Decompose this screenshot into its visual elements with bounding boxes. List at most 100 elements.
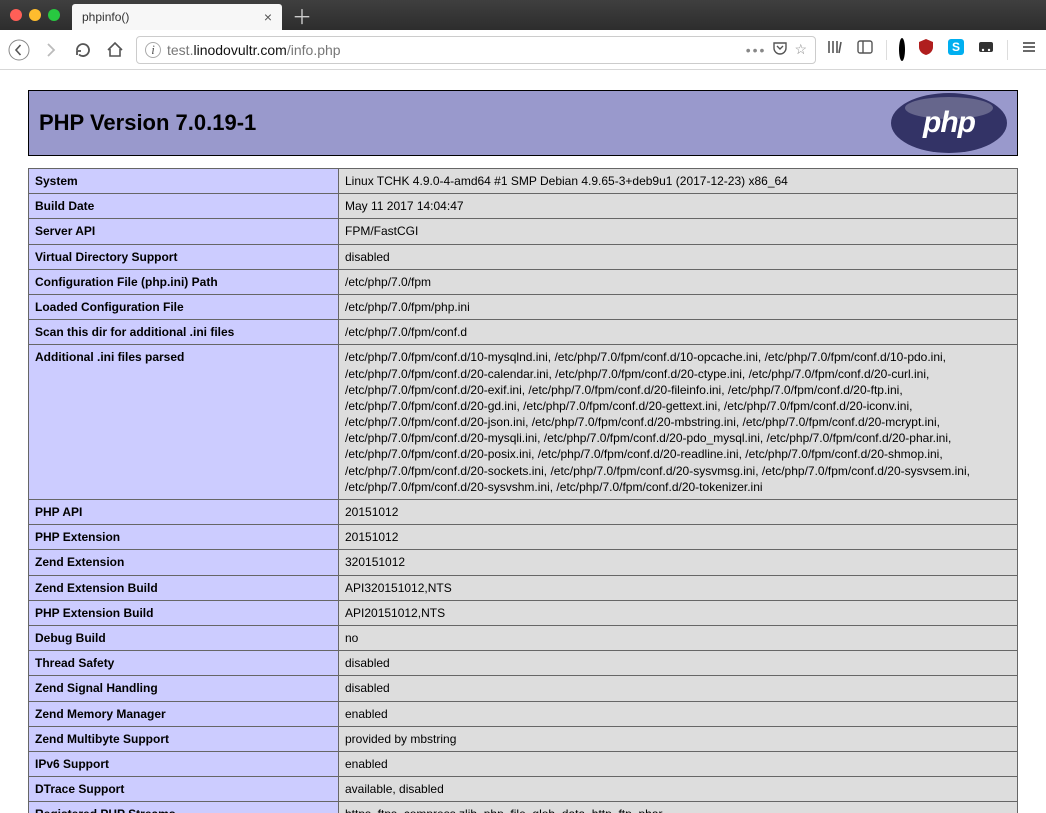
table-row: Additional .ini files parsed/etc/php/7.0… bbox=[29, 345, 1018, 500]
row-key: PHP Extension Build bbox=[29, 600, 339, 625]
table-row: Debug Buildno bbox=[29, 625, 1018, 650]
window-traffic-lights bbox=[10, 9, 60, 21]
row-value: 320151012 bbox=[339, 550, 1018, 575]
table-row: Zend Memory Managerenabled bbox=[29, 701, 1018, 726]
row-value: FPM/FastCGI bbox=[339, 219, 1018, 244]
row-value: https, ftps, compress.zlib, php, file, g… bbox=[339, 802, 1018, 813]
table-row: PHP Extension BuildAPI20151012,NTS bbox=[29, 600, 1018, 625]
browser-tab-active[interactable]: phpinfo() × bbox=[72, 4, 282, 30]
php-version-title: PHP Version 7.0.19-1 bbox=[39, 110, 256, 136]
table-row: Zend Extension BuildAPI320151012,NTS bbox=[29, 575, 1018, 600]
app-menu-button[interactable] bbox=[1020, 38, 1038, 61]
toolbar-separator bbox=[886, 40, 887, 60]
skype-icon[interactable]: S bbox=[947, 38, 965, 61]
ublock-icon[interactable] bbox=[917, 38, 935, 61]
row-value: enabled bbox=[339, 701, 1018, 726]
row-key: PHP API bbox=[29, 500, 339, 525]
row-value: /etc/php/7.0/fpm/php.ini bbox=[339, 294, 1018, 319]
window-zoom-button[interactable] bbox=[48, 9, 60, 21]
row-value: Linux TCHK 4.9.0-4-amd64 #1 SMP Debian 4… bbox=[339, 169, 1018, 194]
row-value: enabled bbox=[339, 751, 1018, 776]
row-value: disabled bbox=[339, 676, 1018, 701]
tab-close-icon[interactable]: × bbox=[264, 9, 272, 25]
url-domain: linodovultr.com bbox=[193, 42, 286, 58]
row-key: Configuration File (php.ini) Path bbox=[29, 269, 339, 294]
phpinfo-table: SystemLinux TCHK 4.9.0-4-amd64 #1 SMP De… bbox=[28, 168, 1018, 813]
row-key: System bbox=[29, 169, 339, 194]
row-key: Zend Extension Build bbox=[29, 575, 339, 600]
row-key: Server API bbox=[29, 219, 339, 244]
extension-circle-icon[interactable] bbox=[899, 41, 905, 59]
row-value: no bbox=[339, 625, 1018, 650]
home-button[interactable] bbox=[104, 39, 126, 61]
row-key: Loaded Configuration File bbox=[29, 294, 339, 319]
tab-title: phpinfo() bbox=[82, 10, 129, 24]
table-row: Zend Extension320151012 bbox=[29, 550, 1018, 575]
table-row: Virtual Directory Supportdisabled bbox=[29, 244, 1018, 269]
table-row: Zend Signal Handlingdisabled bbox=[29, 676, 1018, 701]
table-row: Server APIFPM/FastCGI bbox=[29, 219, 1018, 244]
page-actions-icon[interactable]: ••• bbox=[746, 42, 767, 58]
row-key: Scan this dir for additional .ini files bbox=[29, 320, 339, 345]
toolbar-separator-2 bbox=[1007, 40, 1008, 60]
row-key: Additional .ini files parsed bbox=[29, 345, 339, 500]
table-row: Thread Safetydisabled bbox=[29, 651, 1018, 676]
row-key: PHP Extension bbox=[29, 525, 339, 550]
row-value: API20151012,NTS bbox=[339, 600, 1018, 625]
table-row: SystemLinux TCHK 4.9.0-4-amd64 #1 SMP De… bbox=[29, 169, 1018, 194]
nav-back-button[interactable] bbox=[8, 39, 30, 61]
row-key: Zend Memory Manager bbox=[29, 701, 339, 726]
row-value: May 11 2017 14:04:47 bbox=[339, 194, 1018, 219]
window-minimize-button[interactable] bbox=[29, 9, 41, 21]
table-row: Registered PHP Streamshttps, ftps, compr… bbox=[29, 802, 1018, 813]
table-row: PHP API20151012 bbox=[29, 500, 1018, 525]
row-key: Thread Safety bbox=[29, 651, 339, 676]
row-value: provided by mbstring bbox=[339, 726, 1018, 751]
phpinfo-content: PHP Version 7.0.19-1 php SystemLinux TCH… bbox=[0, 70, 1046, 813]
browser-toolbar: i test.linodovultr.com/info.php ••• ☆ S bbox=[0, 30, 1046, 70]
table-row: Build DateMay 11 2017 14:04:47 bbox=[29, 194, 1018, 219]
table-row: DTrace Supportavailable, disabled bbox=[29, 777, 1018, 802]
url-subdomain: test. bbox=[167, 42, 193, 58]
phpinfo-header: PHP Version 7.0.19-1 php bbox=[28, 90, 1018, 156]
row-value: disabled bbox=[339, 651, 1018, 676]
row-key: Virtual Directory Support bbox=[29, 244, 339, 269]
row-value: API320151012,NTS bbox=[339, 575, 1018, 600]
table-row: Scan this dir for additional .ini files/… bbox=[29, 320, 1018, 345]
page-viewport[interactable]: PHP Version 7.0.19-1 php SystemLinux TCH… bbox=[0, 70, 1046, 813]
row-key: Build Date bbox=[29, 194, 339, 219]
row-value: 20151012 bbox=[339, 500, 1018, 525]
table-row: Configuration File (php.ini) Path/etc/ph… bbox=[29, 269, 1018, 294]
sidebar-icon[interactable] bbox=[856, 38, 874, 61]
url-text: test.linodovultr.com/info.php bbox=[167, 42, 740, 58]
window-close-button[interactable] bbox=[10, 9, 22, 21]
extension-square-icon[interactable] bbox=[977, 38, 995, 61]
row-key: Registered PHP Streams bbox=[29, 802, 339, 813]
toolbar-right-icons: S bbox=[826, 38, 1038, 61]
row-value: disabled bbox=[339, 244, 1018, 269]
library-icon[interactable] bbox=[826, 38, 844, 61]
row-key: DTrace Support bbox=[29, 777, 339, 802]
site-info-icon[interactable]: i bbox=[145, 42, 161, 58]
row-key: Zend Multibyte Support bbox=[29, 726, 339, 751]
table-row: PHP Extension20151012 bbox=[29, 525, 1018, 550]
php-logo: php bbox=[891, 93, 1007, 153]
new-tab-button[interactable]: ＋ bbox=[292, 1, 312, 30]
row-value: 20151012 bbox=[339, 525, 1018, 550]
row-value: /etc/php/7.0/fpm/conf.d bbox=[339, 320, 1018, 345]
row-key: Debug Build bbox=[29, 625, 339, 650]
bookmark-star-icon[interactable]: ☆ bbox=[794, 41, 807, 58]
row-key: Zend Signal Handling bbox=[29, 676, 339, 701]
row-key: Zend Extension bbox=[29, 550, 339, 575]
pocket-icon[interactable] bbox=[772, 40, 788, 59]
nav-forward-button[interactable] bbox=[40, 39, 62, 61]
table-row: Loaded Configuration File/etc/php/7.0/fp… bbox=[29, 294, 1018, 319]
row-value: available, disabled bbox=[339, 777, 1018, 802]
url-path: /info.php bbox=[287, 42, 341, 58]
row-value: /etc/php/7.0/fpm/conf.d/10-mysqlnd.ini, … bbox=[339, 345, 1018, 500]
table-row: Zend Multibyte Supportprovided by mbstri… bbox=[29, 726, 1018, 751]
window-titlebar: phpinfo() × ＋ bbox=[0, 0, 1046, 30]
reload-button[interactable] bbox=[72, 39, 94, 61]
table-row: IPv6 Supportenabled bbox=[29, 751, 1018, 776]
address-bar[interactable]: i test.linodovultr.com/info.php ••• ☆ bbox=[136, 36, 816, 64]
